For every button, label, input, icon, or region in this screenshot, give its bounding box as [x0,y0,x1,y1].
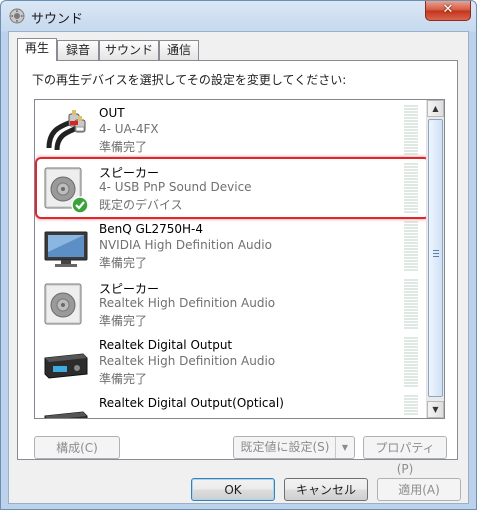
window-title: サウンド [31,12,84,27]
title-bar[interactable]: サウンド ✕ [1,1,476,31]
tab-playback[interactable]: 再生 [17,38,57,61]
sound-dialog: サウンド ✕ 再生 録音 サウンド 通信 下の再生デバイスを選択してその設定を変… [0,0,477,510]
default-device-check-icon [71,196,89,214]
scroll-thumb[interactable] [428,119,443,397]
device-status: 準備完了 [99,314,148,328]
device-name: OUT [99,106,125,120]
set-default-label: 既定値に設定(S) [240,440,330,454]
device-name: スピーカー [99,282,160,296]
device-status: 準備完了 [99,140,148,154]
rca-cable-icon [46,110,86,151]
device-item-usb-speaker[interactable]: スピーカー 4- USB PnP Sound Device 既定のデバイス [35,158,428,216]
device-item-realtek-speaker[interactable]: スピーカー Realtek High Definition Audio 準備完了 [35,274,428,332]
vertical-scrollbar[interactable]: ▲ ▼ [426,100,444,418]
scroll-up-button[interactable]: ▲ [427,100,444,117]
device-name: スピーカー [99,166,160,180]
speaker-icon [44,283,82,325]
apply-button[interactable]: 適用(A) [377,478,461,501]
playback-panel: 下の再生デバイスを選択してその設定を変更してください: OUT 4- UA-4F… [17,60,458,476]
close-button[interactable]: ✕ [425,1,471,21]
thumb-grip-icon [433,250,439,257]
level-meter [404,337,418,387]
close-icon: ✕ [442,2,454,17]
level-meter [404,395,418,415]
scroll-down-icon: ▼ [432,405,439,414]
device-description: Realtek High Definition Audio [99,354,276,368]
device-description: 4- USB PnP Sound Device [99,180,252,194]
set-default-dropdown-icon[interactable]: ▼ [335,437,354,458]
configure-button[interactable]: 構成(C) [34,436,120,459]
ok-button[interactable]: OK [191,478,275,501]
dialog-client: 再生 録音 サウンド 通信 下の再生デバイスを選択してその設定を変更してください… [8,31,469,504]
device-item-benq[interactable]: BenQ GL2750H-4 NVIDIA High Definition Au… [35,216,428,274]
device-item-realtek-digital[interactable]: Realtek Digital Output Realtek High Defi… [35,332,428,390]
scroll-up-icon: ▲ [432,104,439,113]
device-description: 4- UA-4FX [99,122,159,136]
tab-recording[interactable]: 録音 [57,40,99,60]
device-name: Realtek Digital Output(Optical) [99,396,284,410]
tab-sounds[interactable]: サウンド [99,40,159,60]
level-meter [404,163,418,213]
cancel-button[interactable]: キャンセル [284,478,368,501]
device-name: BenQ GL2750H-4 [99,222,203,236]
receiver-icon [44,353,88,379]
properties-button[interactable]: プロパティ(P) [363,436,447,476]
device-list[interactable]: OUT 4- UA-4FX 準備完了 スピーカー 4- USB PnP Soun… [34,99,445,419]
device-item-out[interactable]: OUT 4- UA-4FX 準備完了 [35,100,428,158]
device-name: Realtek Digital Output [99,338,233,352]
device-description: Realtek High Definition Audio [99,296,276,310]
level-meter [404,221,418,271]
receiver-icon [44,411,88,418]
scroll-down-button[interactable]: ▼ [427,401,444,418]
device-item-realtek-optical[interactable]: Realtek Digital Output(Optical) [35,390,428,418]
device-status: 準備完了 [99,372,148,386]
level-meter [404,279,418,329]
sound-settings-icon [9,8,25,24]
level-meter [404,105,418,155]
instruction-text: 下の再生デバイスを選択してその設定を変更してください: [32,73,347,87]
monitor-icon [44,231,88,267]
device-status: 準備完了 [99,256,148,270]
tab-communications[interactable]: 通信 [159,40,199,60]
device-description: NVIDIA High Definition Audio [99,238,272,252]
set-default-button[interactable]: 既定値に設定(S) ▼ [233,436,355,459]
device-status: 既定のデバイス [99,198,183,212]
